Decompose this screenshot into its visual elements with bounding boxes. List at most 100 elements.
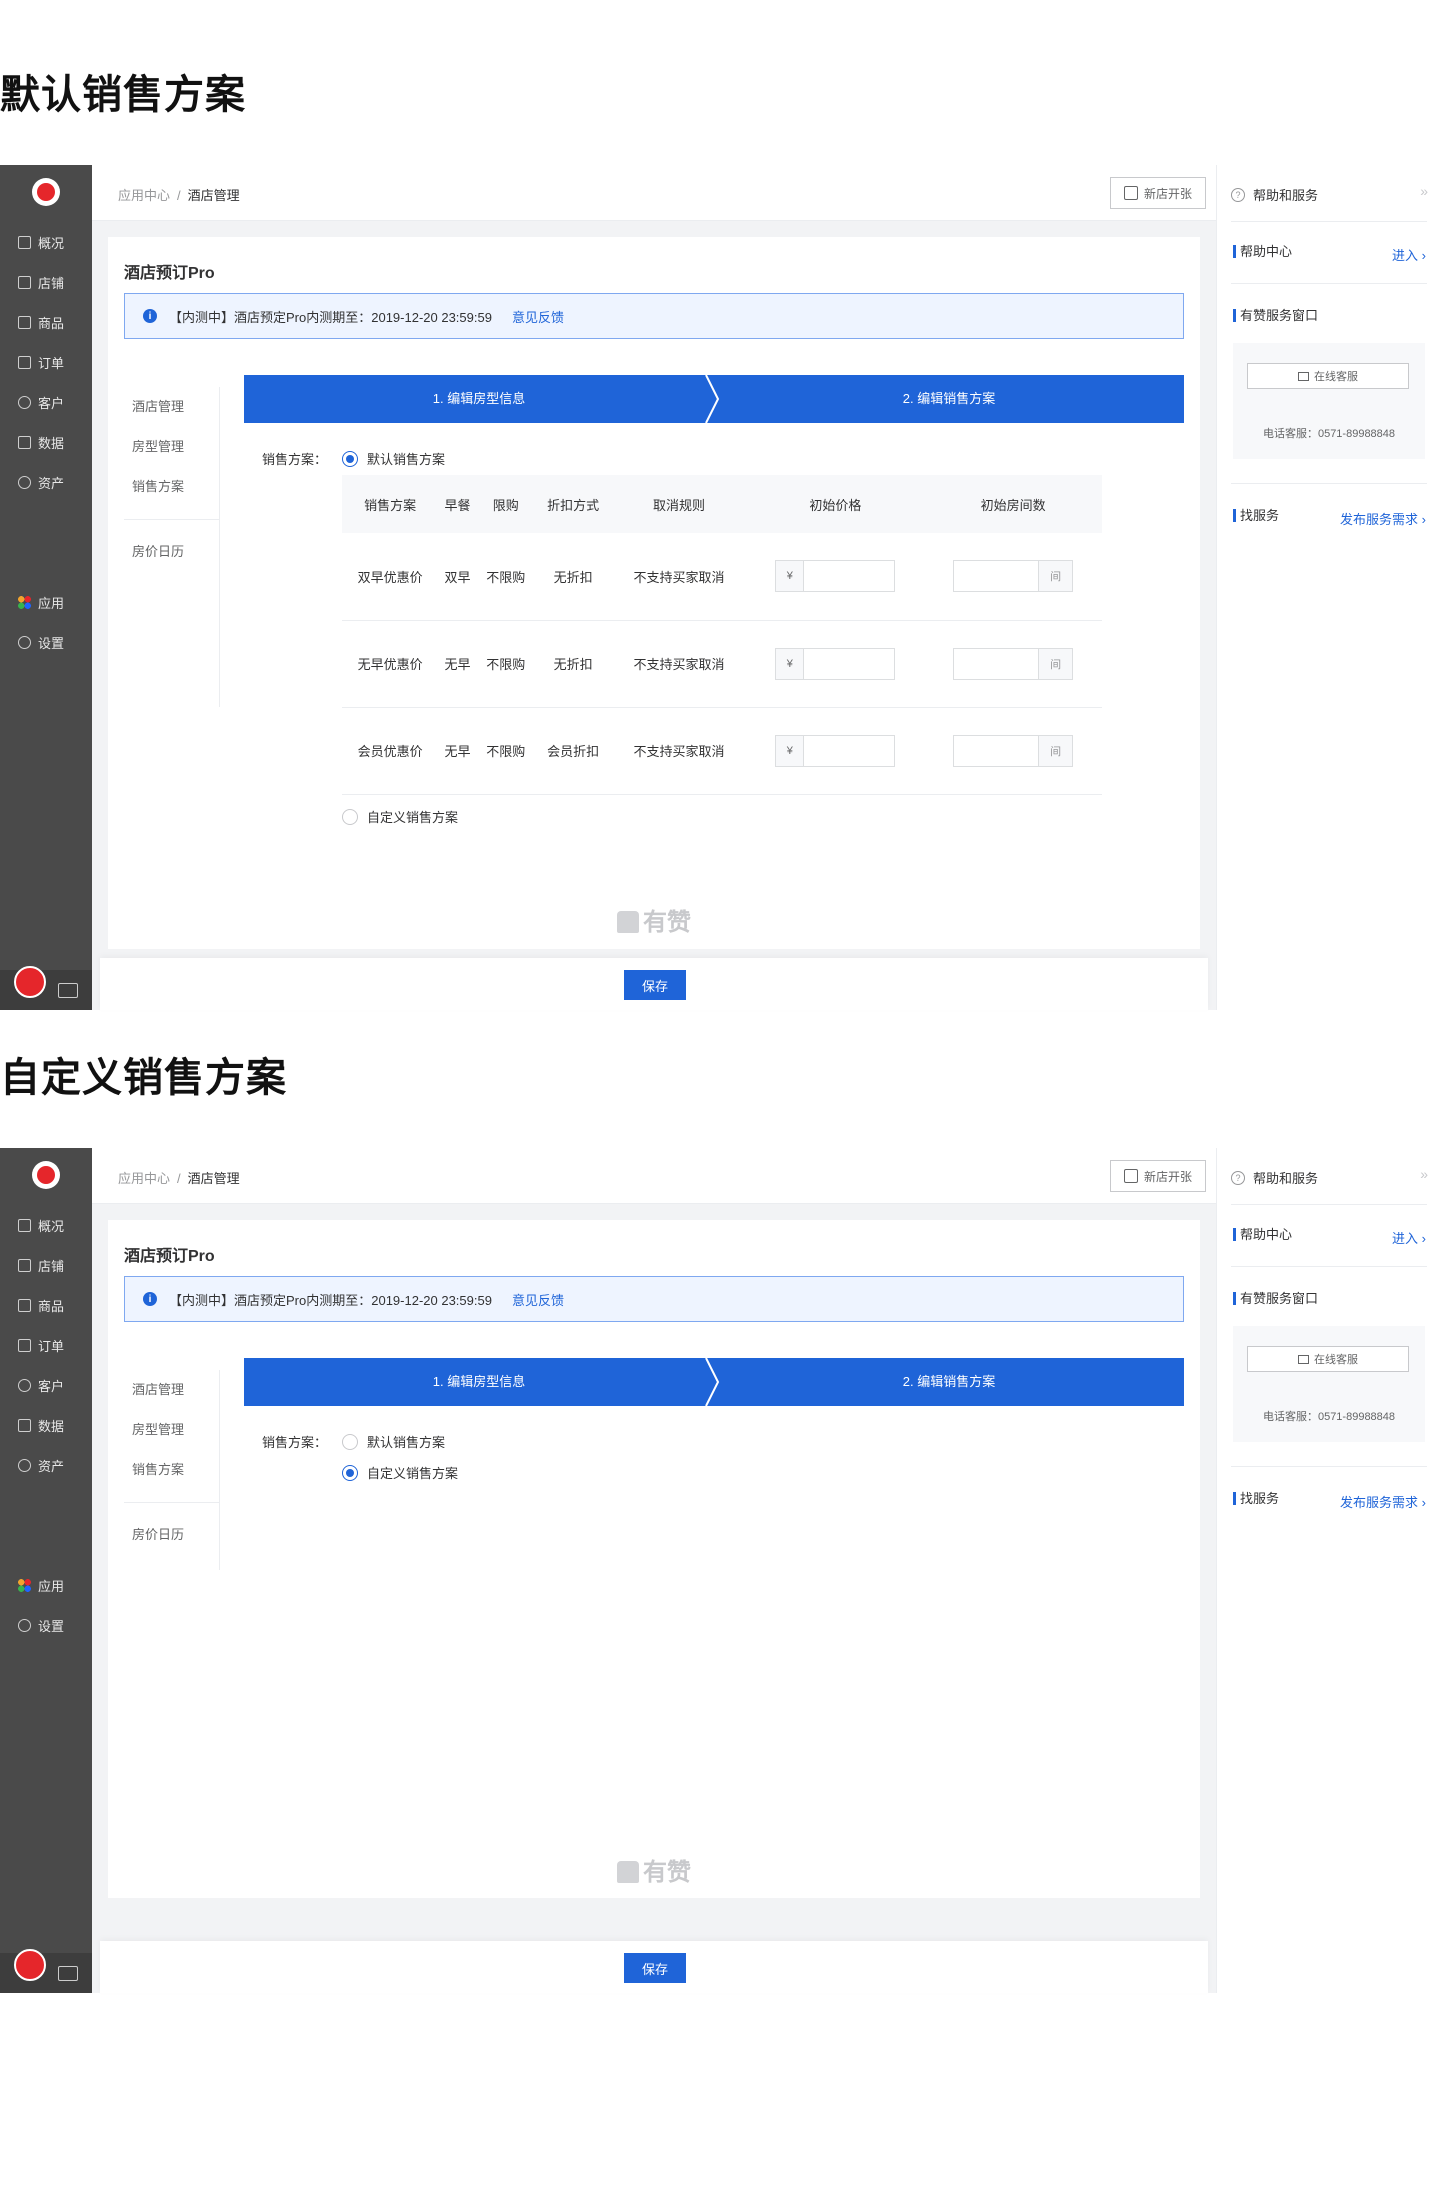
crumb-root[interactable]: 应用中心 xyxy=(118,188,170,203)
nav-item-store[interactable]: 店铺 xyxy=(18,1255,64,1275)
feedback-link[interactable]: 意见反馈 xyxy=(512,307,564,326)
nav-item-data[interactable]: 数据 xyxy=(18,432,64,452)
enter-link[interactable]: 进入 › xyxy=(1392,245,1426,264)
radio-default-plan[interactable]: 默认销售方案 xyxy=(342,449,445,468)
chat-icon[interactable] xyxy=(58,1966,78,1981)
nav-label: 数据 xyxy=(38,435,65,451)
thumb-icon xyxy=(617,1861,639,1883)
rooms-suffix: 间 xyxy=(1038,735,1073,766)
price-input[interactable] xyxy=(804,561,895,592)
crumb-sep: / xyxy=(177,1171,181,1186)
radio-custom-plan[interactable]: 自定义销售方案 xyxy=(342,1463,458,1482)
radio-checked[interactable] xyxy=(342,450,358,467)
th-discount: 折扣方式 xyxy=(534,475,612,533)
service-window-title: 有赞服务窗口 xyxy=(1233,1292,1318,1305)
help-thumb-icon[interactable] xyxy=(14,966,46,998)
help-center-title: 帮助中心 xyxy=(1233,245,1292,258)
nav-item-settings[interactable]: 设置 xyxy=(18,1615,64,1635)
help-thumb-icon[interactable] xyxy=(14,1949,46,1981)
collapse-icon[interactable]: » xyxy=(1420,183,1428,199)
nav-item-goods[interactable]: 商品 xyxy=(18,312,64,332)
nav-label: 客户 xyxy=(38,395,65,411)
radio-unchecked[interactable] xyxy=(342,1433,358,1450)
rooms-input[interactable] xyxy=(954,735,1039,766)
save-button[interactable]: 保存 xyxy=(624,1953,686,1983)
nav-bottom xyxy=(0,966,92,1010)
rooms-input[interactable] xyxy=(954,648,1039,679)
price-input-group: ¥ xyxy=(775,647,896,680)
subnav-sales-plan[interactable]: 销售方案 xyxy=(124,1450,219,1490)
subnav-hotel[interactable]: 酒店管理 xyxy=(124,387,219,427)
subnav-price-calendar[interactable]: 房价日历 xyxy=(124,1515,219,1555)
nav-item-goods[interactable]: 商品 xyxy=(18,1295,64,1315)
cell-plan: 无早优惠价 xyxy=(342,620,439,708)
service-box: 在线客服 电话客服：0571-89988848 xyxy=(1233,1326,1425,1442)
step-1[interactable]: 1. 编辑房型信息 xyxy=(244,375,714,423)
cell-discount: 无折扣 xyxy=(534,533,612,621)
collapse-icon[interactable]: » xyxy=(1420,1166,1428,1182)
publish-service-link[interactable]: 发布服务需求 › xyxy=(1340,509,1426,528)
nav-item-customers[interactable]: 客户 xyxy=(18,1375,64,1395)
feedback-link[interactable]: 意见反馈 xyxy=(512,1290,564,1309)
online-service-button[interactable]: 在线客服 xyxy=(1247,363,1409,389)
nav-item-apps[interactable]: 应用 xyxy=(18,592,64,612)
nav-item-overview[interactable]: 概况 xyxy=(18,232,64,252)
radio-unchecked[interactable] xyxy=(342,808,358,825)
new-shop-label: 新店开张 xyxy=(1143,186,1192,201)
online-service-button[interactable]: 在线客服 xyxy=(1247,1346,1409,1372)
step-1[interactable]: 1. 编辑房型信息 xyxy=(244,1358,714,1406)
phone-service: 电话客服：0571-89988848 xyxy=(1262,428,1396,440)
find-service-title: 找服务 xyxy=(1233,1492,1279,1505)
price-input[interactable] xyxy=(804,648,895,679)
nav-item-overview[interactable]: 概况 xyxy=(18,1215,64,1235)
enter-link[interactable]: 进入 › xyxy=(1392,1228,1426,1247)
price-input[interactable] xyxy=(804,735,895,766)
apps-icon xyxy=(18,595,31,609)
nav-item-orders[interactable]: 订单 xyxy=(18,352,64,372)
nav-item-customers[interactable]: 客户 xyxy=(18,392,64,412)
nav-item-data[interactable]: 数据 xyxy=(18,1415,64,1435)
radio-checked[interactable] xyxy=(342,1464,358,1481)
nav-item-orders[interactable]: 订单 xyxy=(18,1335,64,1355)
screen-custom: 概况 店铺 商品 订单 客户 数据 资产 应用 设置 应用中心 / 酒店管理 新店开… xyxy=(0,1148,1440,1993)
new-shop-button[interactable]: 新店开张 xyxy=(1110,177,1206,209)
subnav-room-type[interactable]: 房型管理 xyxy=(124,427,219,467)
nav-item-assets[interactable]: 资产 xyxy=(18,472,64,492)
step-2[interactable]: 2. 编辑销售方案 xyxy=(714,375,1184,423)
rooms-input-group: 间 xyxy=(953,560,1074,593)
subnav-price-calendar[interactable]: 房价日历 xyxy=(124,532,219,572)
nav-item-assets[interactable]: 资产 xyxy=(18,1455,64,1475)
nav-item-apps[interactable]: 应用 xyxy=(18,1575,64,1595)
content-card: 酒店预订Pro i 【内测中】酒店预定Pro内测期至：2019-12-20 23… xyxy=(108,237,1200,949)
sub-nav: 酒店管理 房型管理 销售方案 房价日历 xyxy=(124,1370,220,1570)
subnav-sales-plan[interactable]: 销售方案 xyxy=(124,467,219,507)
side-nav: 概况 店铺 商品 订单 客户 数据 资产 应用 设置 xyxy=(0,1148,92,1993)
subnav-room-type[interactable]: 房型管理 xyxy=(124,1410,219,1450)
radio-custom-plan[interactable]: 自定义销售方案 xyxy=(342,807,458,826)
help-panel-header: ? 帮助和服务 xyxy=(1231,185,1318,204)
rooms-input[interactable] xyxy=(954,561,1039,592)
youzan-logo[interactable] xyxy=(32,1161,60,1189)
help-panel-title: 帮助和服务 xyxy=(1253,1171,1319,1186)
plan-label: 销售方案： xyxy=(262,1435,328,1450)
th-limit: 限购 xyxy=(476,475,535,533)
divider xyxy=(1231,1266,1427,1267)
new-shop-button[interactable]: 新店开张 xyxy=(1110,1160,1206,1192)
nav-label: 订单 xyxy=(38,1338,65,1354)
subnav-hotel[interactable]: 酒店管理 xyxy=(124,1370,219,1410)
radio-default-plan[interactable]: 默认销售方案 xyxy=(342,1432,445,1451)
save-button[interactable]: 保存 xyxy=(624,970,686,1000)
nav-item-store[interactable]: 店铺 xyxy=(18,272,64,292)
nav-item-settings[interactable]: 设置 xyxy=(18,632,64,652)
online-service-label: 在线客服 xyxy=(1314,371,1358,383)
question-icon: ? xyxy=(1231,1170,1245,1185)
crumb-root[interactable]: 应用中心 xyxy=(118,1171,170,1186)
subnav-divider xyxy=(124,519,219,520)
step-2[interactable]: 2. 编辑销售方案 xyxy=(714,1358,1184,1406)
cell-limit: 不限购 xyxy=(476,533,535,621)
publish-service-link[interactable]: 发布服务需求 › xyxy=(1340,1492,1426,1511)
tag-icon xyxy=(18,315,31,329)
divider xyxy=(1231,1204,1427,1205)
chat-icon[interactable] xyxy=(58,983,78,998)
youzan-logo[interactable] xyxy=(32,178,60,206)
